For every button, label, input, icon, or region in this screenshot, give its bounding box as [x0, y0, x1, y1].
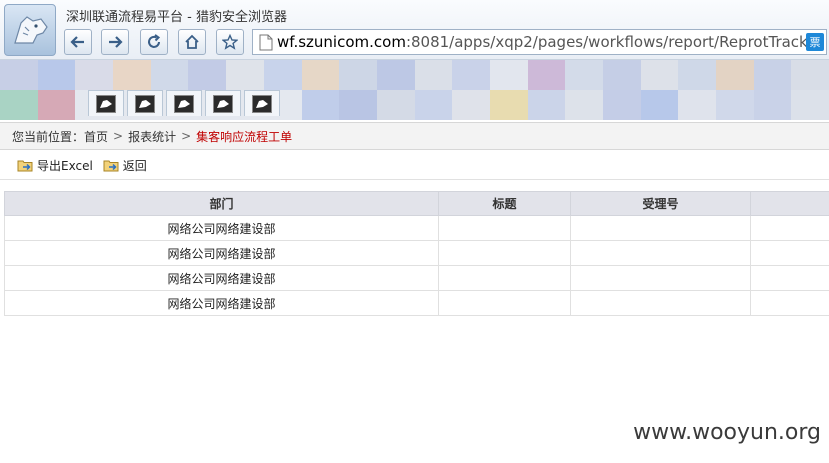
- back-button[interactable]: [64, 29, 92, 55]
- cheetah-tab-icon: [252, 94, 272, 113]
- browser-chrome: 深圳联通流程易平台 - 猎豹安全浏览器 wf.szunicom.com:8081…: [0, 0, 829, 60]
- url-host: wf.szunicom.com: [277, 33, 406, 51]
- export-excel-label: 导出Excel: [37, 158, 93, 173]
- cell-acceptance-no: [570, 290, 751, 316]
- column-header-title[interactable]: 标题: [438, 191, 571, 216]
- url-path: :8081/apps/xqp2/pages/workflows/report/R…: [405, 33, 808, 51]
- table-row[interactable]: 网络公司网络建设部: [4, 215, 829, 241]
- breadcrumb-separator: >: [181, 129, 192, 143]
- cell-title: [438, 215, 571, 241]
- table-row[interactable]: 网络公司网络建设部: [4, 265, 829, 291]
- cell-department: 网络公司网络建设部: [4, 265, 439, 291]
- cell-department: 网络公司网络建设部: [4, 240, 439, 266]
- cheetah-tab-icon: [174, 94, 194, 113]
- cell-extra: [750, 240, 829, 266]
- cell-title: [438, 265, 571, 291]
- blurred-tab-strip: [0, 60, 829, 120]
- ticket-badge-icon[interactable]: 票: [806, 33, 824, 51]
- arrow-right-icon: [109, 36, 123, 48]
- cell-title: [438, 290, 571, 316]
- refresh-button[interactable]: [140, 29, 168, 55]
- cell-department: 网络公司网络建设部: [4, 215, 439, 241]
- breadcrumb: 您当前位置： 首页 > 报表统计 > 集客响应流程工单: [0, 122, 829, 150]
- address-bar[interactable]: wf.szunicom.com:8081/apps/xqp2/pages/wor…: [252, 29, 827, 55]
- browser-tab[interactable]: [127, 90, 163, 116]
- home-icon: [185, 34, 199, 49]
- cheetah-logo-icon: [4, 4, 56, 56]
- cheetah-tab-icon: [213, 94, 233, 113]
- browser-tab[interactable]: [244, 90, 280, 116]
- table-header-row: 部门 标题 受理号: [4, 191, 829, 216]
- column-header-department[interactable]: 部门: [4, 191, 439, 216]
- browser-tab[interactable]: [88, 90, 124, 116]
- table-row[interactable]: 网络公司网络建设部: [4, 240, 829, 266]
- forward-button[interactable]: [101, 29, 129, 55]
- column-header-acceptance-no[interactable]: 受理号: [570, 191, 751, 216]
- refresh-icon: [148, 34, 161, 48]
- cell-acceptance-no: [570, 240, 751, 266]
- favorite-button[interactable]: [216, 29, 244, 55]
- column-header-extra: [750, 191, 829, 216]
- back-label: 返回: [122, 158, 147, 173]
- cell-department: 网络公司网络建设部: [4, 290, 439, 316]
- back-link-button[interactable]: 返回: [103, 157, 147, 174]
- browser-tab[interactable]: [205, 90, 241, 116]
- breadcrumb-reports[interactable]: 报表统计: [128, 128, 176, 145]
- cell-extra: [750, 215, 829, 241]
- folder-return-icon: [103, 160, 119, 172]
- cell-extra: [750, 290, 829, 316]
- report-table: 部门 标题 受理号 网络公司网络建设部 网络公司网络建设部 网络公司网络建设部 …: [4, 191, 829, 316]
- cell-extra: [750, 265, 829, 291]
- report-toolbar: 导出Excel 返回: [0, 151, 829, 180]
- cheetah-tab-icon: [96, 94, 116, 113]
- folder-export-icon: [17, 160, 33, 172]
- watermark-text: www.wooyun.org: [633, 420, 821, 445]
- arrow-left-icon: [70, 36, 84, 48]
- home-button[interactable]: [178, 29, 206, 55]
- breadcrumb-separator: >: [113, 129, 124, 143]
- cheetah-tab-icon: [135, 94, 155, 113]
- cell-acceptance-no: [570, 215, 751, 241]
- star-icon: [222, 34, 238, 50]
- breadcrumb-home[interactable]: 首页: [84, 128, 108, 145]
- breadcrumb-current: 集客响应流程工单: [196, 129, 293, 144]
- browser-tab[interactable]: [166, 90, 202, 116]
- cell-acceptance-no: [570, 265, 751, 291]
- window-title: 深圳联通流程易平台 - 猎豹安全浏览器: [66, 10, 287, 25]
- table-row[interactable]: 网络公司网络建设部: [4, 290, 829, 316]
- page-icon: [259, 34, 273, 51]
- cell-title: [438, 240, 571, 266]
- breadcrumb-prefix: 您当前位置：: [12, 129, 85, 144]
- export-excel-button[interactable]: 导出Excel: [17, 157, 93, 174]
